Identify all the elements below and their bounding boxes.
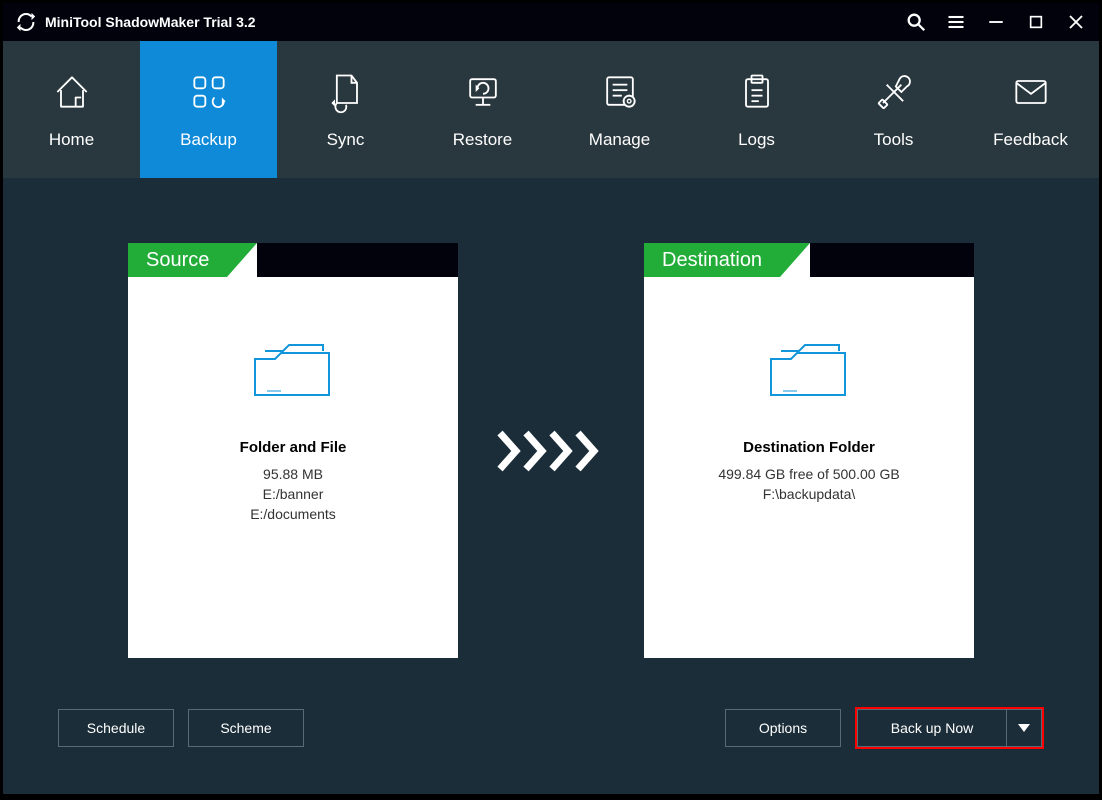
close-button[interactable] <box>1065 11 1087 33</box>
nav-logs[interactable]: Logs <box>688 41 825 178</box>
sync-icon <box>324 70 368 114</box>
source-size: 95.88 MB <box>263 466 323 482</box>
destination-tab-label: Destination <box>644 243 780 277</box>
nav-label: Restore <box>453 130 513 150</box>
backup-icon <box>187 70 231 114</box>
nav-backup[interactable]: Backup <box>140 41 277 178</box>
feedback-icon <box>1009 70 1053 114</box>
app-logo: MiniTool ShadowMaker Trial 3.2 <box>15 11 256 33</box>
nav-label: Home <box>49 130 94 150</box>
backup-now-group: Back up Now <box>855 707 1044 749</box>
schedule-button[interactable]: Schedule <box>58 709 174 747</box>
options-button[interactable]: Options <box>725 709 841 747</box>
folder-icon <box>765 337 853 403</box>
source-title: Folder and File <box>240 439 347 456</box>
source-tab-label: Source <box>128 243 227 277</box>
nav-manage[interactable]: Manage <box>551 41 688 178</box>
destination-title: Destination Folder <box>743 439 875 456</box>
source-panel-body: Folder and File 95.88 MB E:/banner E:/do… <box>128 277 458 658</box>
scheme-button[interactable]: Scheme <box>188 709 304 747</box>
restore-icon <box>461 70 505 114</box>
source-path-0: E:/banner <box>263 486 324 502</box>
tools-icon <box>872 70 916 114</box>
nav-label: Feedback <box>993 130 1068 150</box>
nav-label: Backup <box>180 130 237 150</box>
panels-row: Source Folder and File 95.88 MB E:/banne… <box>3 243 1099 658</box>
titlebar: MiniTool ShadowMaker Trial 3.2 <box>3 3 1099 41</box>
chevron-down-icon <box>1018 724 1030 732</box>
transfer-arrows-icon <box>496 429 606 473</box>
nav-restore[interactable]: Restore <box>414 41 551 178</box>
main-nav: Home Backup Sync <box>3 41 1099 178</box>
nav-label: Tools <box>874 130 914 150</box>
destination-path: F:\backupdata\ <box>763 486 856 502</box>
logs-icon <box>735 70 779 114</box>
backup-now-dropdown[interactable] <box>1006 709 1042 747</box>
nav-tools[interactable]: Tools <box>825 41 962 178</box>
nav-feedback[interactable]: Feedback <box>962 41 1099 178</box>
nav-label: Sync <box>327 130 365 150</box>
window-controls <box>905 11 1087 33</box>
source-path-1: E:/documents <box>250 506 336 522</box>
app-logo-icon <box>15 11 37 33</box>
app-window: MiniTool ShadowMaker Trial 3.2 Home <box>3 3 1099 794</box>
home-icon <box>50 70 94 114</box>
destination-panel-body: Destination Folder 499.84 GB free of 500… <box>644 277 974 658</box>
menu-icon[interactable] <box>945 11 967 33</box>
search-icon[interactable] <box>905 11 927 33</box>
nav-label: Logs <box>738 130 775 150</box>
destination-panel[interactable]: Destination Destination Folder 499.84 GB… <box>644 243 974 658</box>
backup-now-button[interactable]: Back up Now <box>857 709 1007 747</box>
source-panel[interactable]: Source Folder and File 95.88 MB E:/banne… <box>128 243 458 658</box>
app-title: MiniTool ShadowMaker Trial 3.2 <box>45 14 256 30</box>
nav-home[interactable]: Home <box>3 41 140 178</box>
nav-label: Manage <box>589 130 650 150</box>
nav-sync[interactable]: Sync <box>277 41 414 178</box>
maximize-button[interactable] <box>1025 11 1047 33</box>
destination-free: 499.84 GB free of 500.00 GB <box>718 466 899 482</box>
folder-icon <box>249 337 337 403</box>
content-area: Source Folder and File 95.88 MB E:/banne… <box>3 178 1099 794</box>
bottom-bar: Schedule Scheme Options Back up Now <box>3 707 1099 794</box>
manage-icon <box>598 70 642 114</box>
minimize-button[interactable] <box>985 11 1007 33</box>
